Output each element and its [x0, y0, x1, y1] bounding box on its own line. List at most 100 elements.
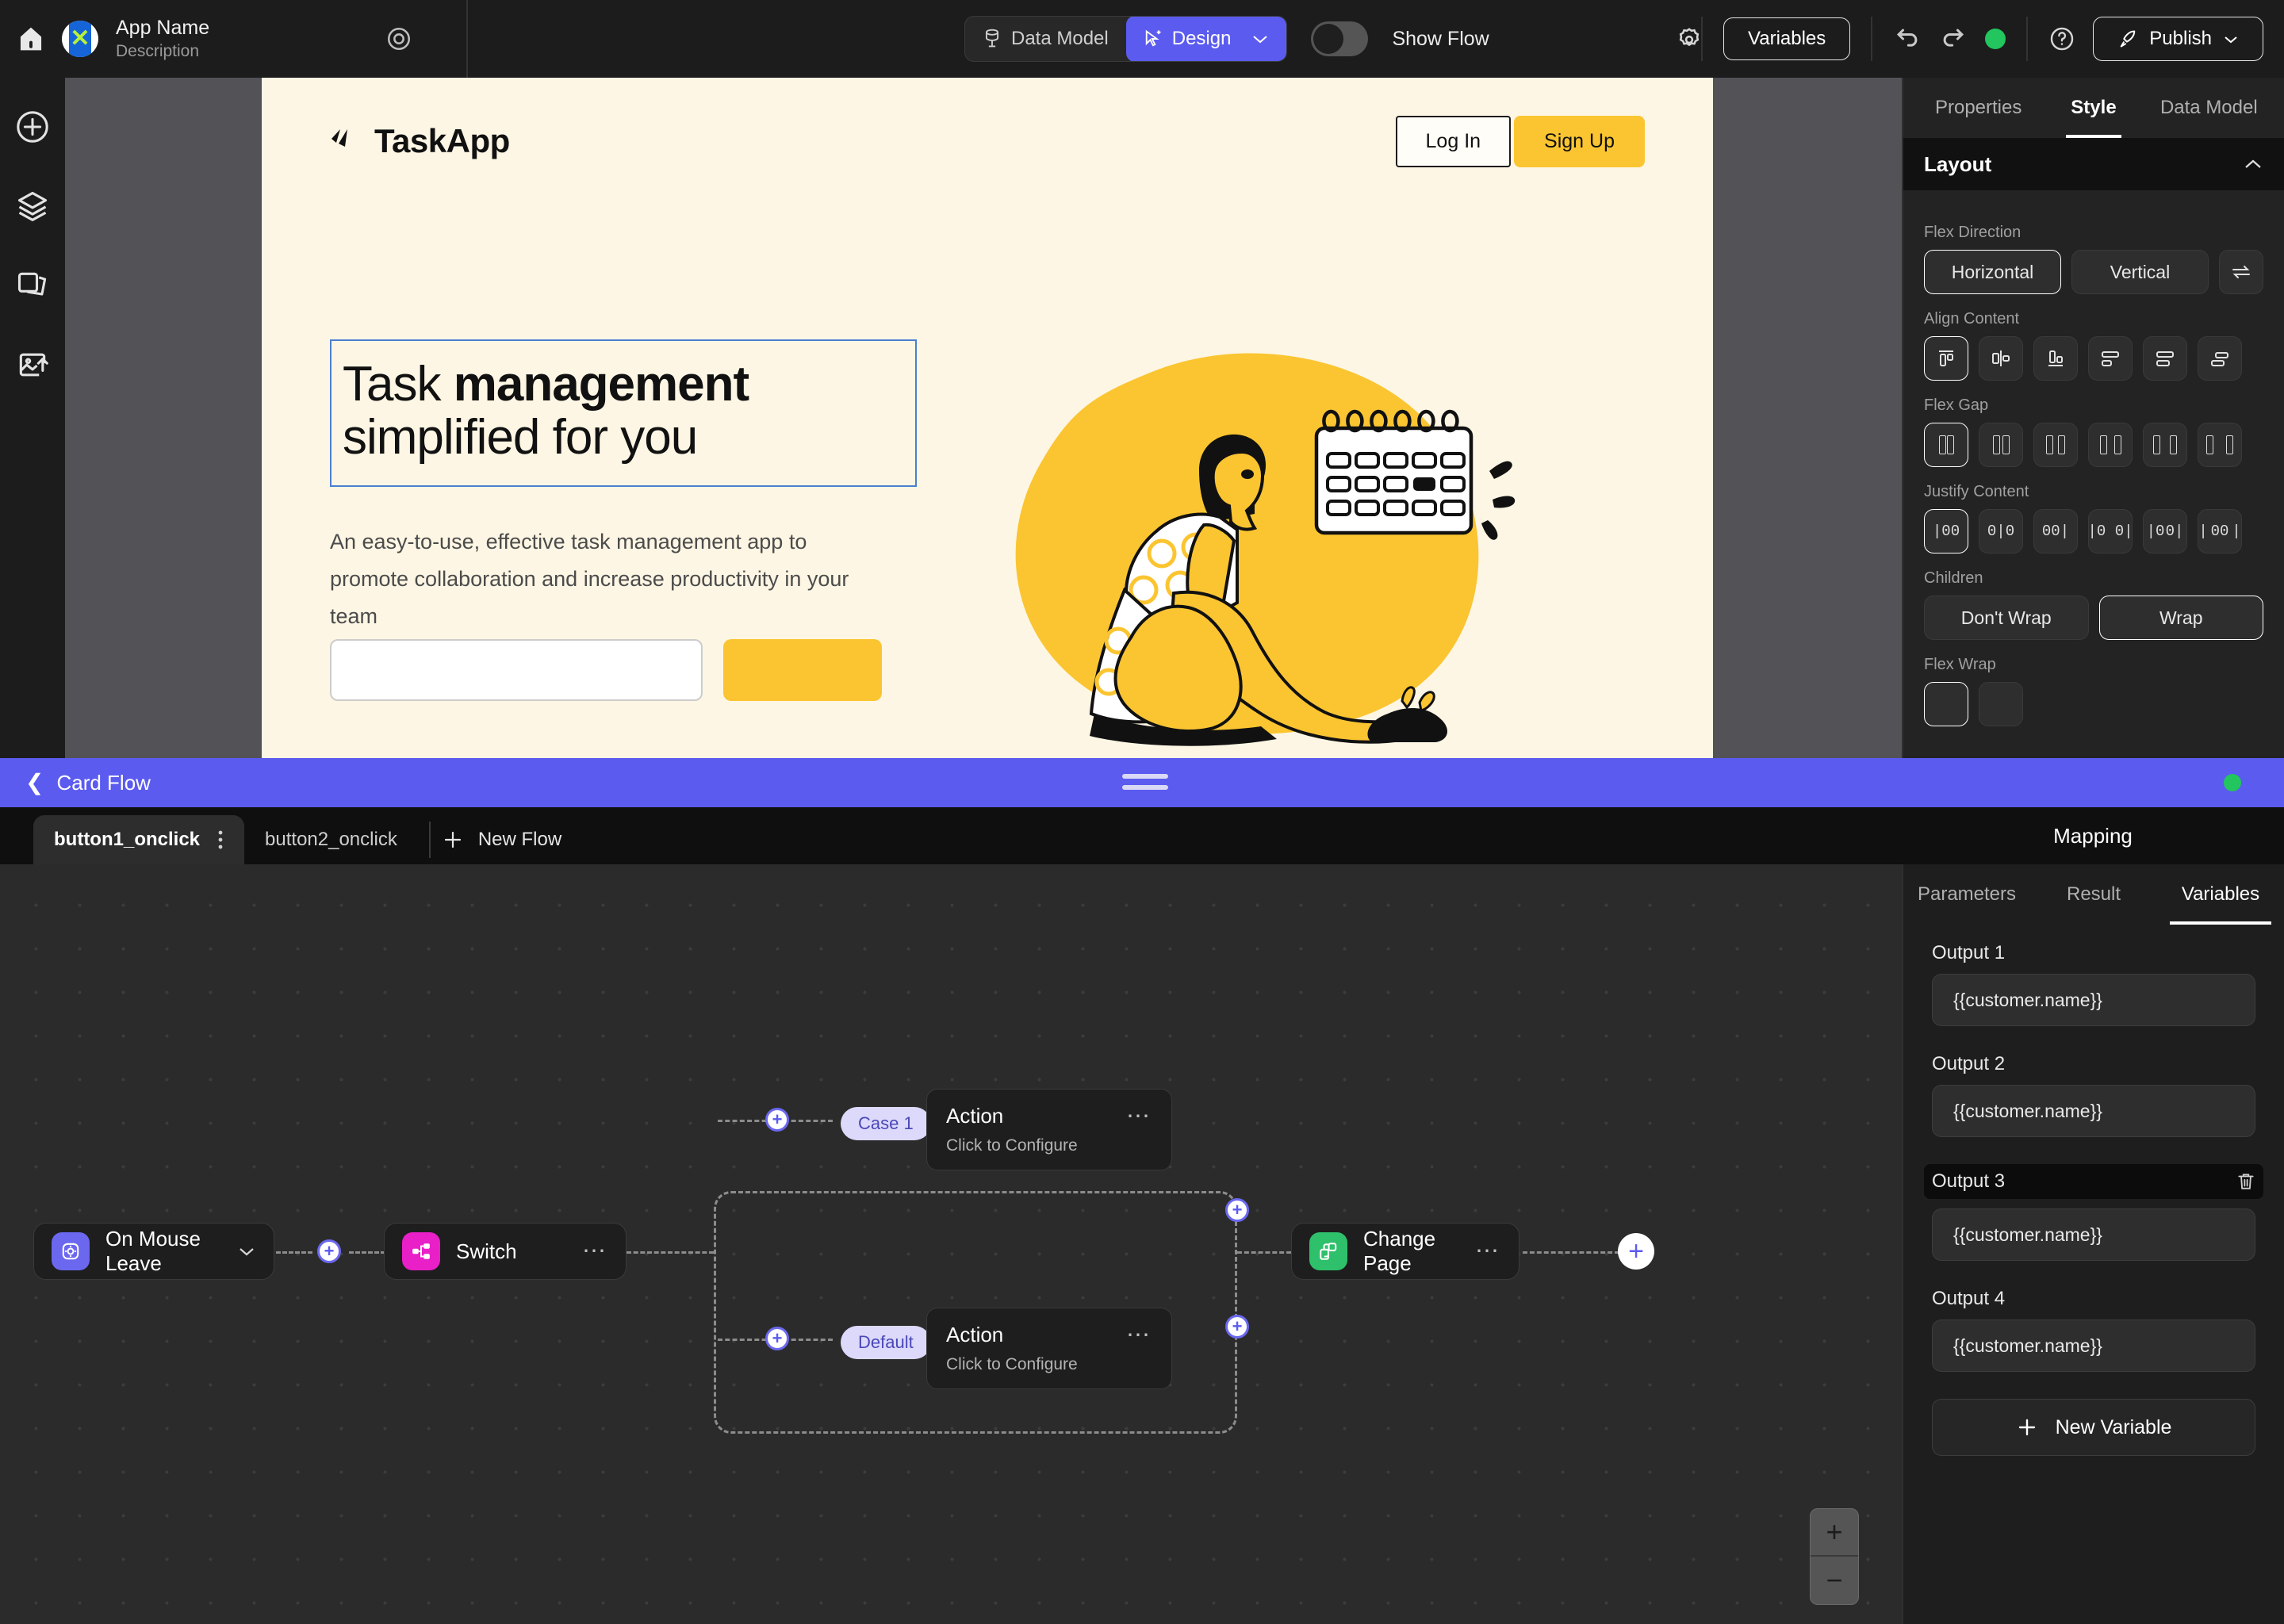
- flex-direction-horizontal[interactable]: Horizontal: [1924, 250, 2061, 294]
- children-wrap[interactable]: Wrap: [2098, 596, 2263, 640]
- login-button[interactable]: Log In: [1395, 115, 1512, 167]
- variable-input-output-4[interactable]: {{customer.name}}: [1932, 1320, 2255, 1372]
- new-flow-button[interactable]: New Flow: [442, 815, 561, 864]
- justify-start-icon[interactable]: |00: [1924, 509, 1968, 553]
- settings-button[interactable]: [1675, 25, 1703, 54]
- align-center-icon[interactable]: [1979, 336, 2023, 381]
- justify-around-icon[interactable]: |0 0|: [2143, 509, 2187, 553]
- flex-wrap-option-1[interactable]: [1924, 682, 1968, 726]
- sidebar-item-layers[interactable]: [13, 187, 52, 225]
- variable-label-output-3[interactable]: Output 3: [1924, 1164, 2263, 1199]
- kebab-menu-icon[interactable]: ⋯: [1475, 1239, 1501, 1263]
- flow-divider-bar[interactable]: ❮ Card Flow: [0, 758, 2284, 807]
- add-node-branch-case1[interactable]: +: [765, 1108, 789, 1132]
- variables-button[interactable]: Variables: [1723, 17, 1851, 60]
- publish-button[interactable]: Publish: [2093, 17, 2263, 61]
- tab-button1-onclick[interactable]: button1_onclick: [33, 815, 245, 864]
- zoom-out-button[interactable]: −: [1811, 1557, 1858, 1604]
- top-right-actions: Variables Publish: [1701, 0, 2284, 78]
- app-info-block[interactable]: ✕ App Name Description: [62, 0, 468, 78]
- action-node-default[interactable]: Action ⋯ Click to Configure: [926, 1308, 1172, 1389]
- email-input[interactable]: [330, 639, 703, 701]
- justify-end-icon[interactable]: 00|: [2033, 509, 2078, 553]
- kebab-menu-icon[interactable]: ⋯: [1126, 1323, 1152, 1347]
- tab-result[interactable]: Result: [2030, 864, 2157, 925]
- chevron-up-icon[interactable]: [2243, 158, 2263, 170]
- connector-plus-to-switch: [349, 1251, 385, 1254]
- justify-center-icon[interactable]: 0|0: [1979, 509, 2023, 553]
- tab-parameters[interactable]: Parameters: [1903, 864, 2030, 925]
- tab-variables[interactable]: Variables: [2157, 864, 2284, 925]
- flex-wrap-option-2[interactable]: [1979, 682, 2023, 726]
- signup-button[interactable]: Sign Up: [1514, 115, 1645, 167]
- sidebar-item-media[interactable]: [13, 346, 52, 384]
- home-button[interactable]: [0, 25, 62, 52]
- trash-icon[interactable]: [2236, 1171, 2255, 1192]
- flow-node-trigger[interactable]: On Mouse Leave: [33, 1223, 274, 1280]
- eye-icon: [385, 25, 412, 52]
- chevron-left-icon[interactable]: ❮: [25, 772, 44, 794]
- chevron-down-icon[interactable]: [237, 1246, 256, 1258]
- tab-design[interactable]: Design: [1125, 17, 1287, 61]
- hero-title-selection-box[interactable]: Task management simplified for you: [330, 339, 917, 487]
- sidebar-item-add-element[interactable]: [13, 108, 52, 146]
- tab-style[interactable]: Style: [2036, 78, 2151, 138]
- variable-input-output-1[interactable]: {{customer.name}}: [1932, 974, 2255, 1026]
- home-icon: [18, 25, 44, 52]
- brand[interactable]: TaskApp: [330, 122, 510, 160]
- swap-arrows-icon[interactable]: [2219, 250, 2263, 294]
- tab-properties[interactable]: Properties: [1921, 78, 2036, 138]
- justify-evenly-icon[interactable]: | 00 |: [2198, 509, 2242, 553]
- hero-cta-button[interactable]: [723, 639, 882, 701]
- variable-input-output-2[interactable]: {{customer.name}}: [1932, 1085, 2255, 1137]
- variable-input-output-3[interactable]: {{customer.name}}: [1932, 1208, 2255, 1261]
- flex-gap-1-icon[interactable]: [1979, 423, 2023, 467]
- new-variable-button[interactable]: New Variable: [1932, 1399, 2255, 1456]
- align-start-icon[interactable]: [1924, 336, 1968, 381]
- undo-icon[interactable]: [1893, 27, 1922, 51]
- kebab-menu-icon[interactable]: ⋯: [582, 1239, 608, 1263]
- show-flow-toggle[interactable]: [1311, 21, 1369, 56]
- flex-direction-vertical[interactable]: Vertical: [2071, 250, 2209, 294]
- flex-gap-0-icon[interactable]: [1924, 423, 1968, 467]
- drag-handle-icon[interactable]: [1122, 774, 1168, 790]
- tab-data-model-panel[interactable]: Data Model: [2152, 78, 2267, 138]
- flow-canvas[interactable]: + + Case 1 Action ⋯ Click to Configure +…: [0, 864, 1902, 1624]
- justify-between-icon[interactable]: |0 0|: [2088, 509, 2133, 553]
- add-node-end[interactable]: +: [1618, 1233, 1654, 1270]
- design-canvas[interactable]: TaskApp Log In Sign Up Task management s…: [65, 78, 1902, 758]
- flex-gap-2-icon[interactable]: [2033, 423, 2078, 467]
- add-node-after-trigger[interactable]: +: [317, 1239, 341, 1263]
- preview-button[interactable]: [385, 25, 412, 52]
- flex-gap-4-icon[interactable]: [2143, 423, 2187, 467]
- status-badge: [1985, 29, 2006, 49]
- layout-section-header[interactable]: Layout: [1903, 138, 2284, 190]
- sidebar-item-pages[interactable]: [13, 266, 52, 304]
- variables-list: Output 1 {{customer.name}} Output 2 {{cu…: [1903, 925, 2284, 1456]
- tab-data-model[interactable]: Data Model: [965, 17, 1126, 61]
- align-stretch-top-icon[interactable]: [2088, 336, 2133, 381]
- children-dont-wrap[interactable]: Don't Wrap: [1924, 596, 2089, 640]
- add-node-branch-default[interactable]: +: [765, 1327, 789, 1350]
- redo-icon[interactable]: [1939, 27, 1968, 51]
- branch-pill-default[interactable]: Default: [841, 1326, 931, 1359]
- flex-gap-3-icon[interactable]: [2088, 423, 2133, 467]
- align-end-icon[interactable]: [2033, 336, 2078, 381]
- kebab-menu-icon[interactable]: ⋯: [1126, 1104, 1152, 1128]
- add-node-merge-bottom[interactable]: +: [1225, 1315, 1249, 1339]
- branch-pill-case-1[interactable]: Case 1: [841, 1107, 931, 1140]
- question-circle-icon[interactable]: [2048, 25, 2075, 52]
- flow-node-switch[interactable]: Switch ⋯: [384, 1223, 627, 1280]
- align-baseline-icon[interactable]: [2198, 336, 2242, 381]
- add-node-merge-top[interactable]: +: [1225, 1198, 1249, 1222]
- align-stretch-center-icon[interactable]: [2143, 336, 2187, 381]
- zoom-in-button[interactable]: +: [1811, 1509, 1858, 1557]
- action-node-case1[interactable]: Action ⋯ Click to Configure: [926, 1089, 1172, 1170]
- app-root: ✕ App Name Description Data Model Design…: [0, 0, 2284, 1624]
- tab-button2-onclick[interactable]: button2_onclick: [244, 815, 418, 864]
- kebab-menu-icon[interactable]: [217, 829, 224, 851]
- flow-node-change-page[interactable]: Change Page ⋯: [1291, 1223, 1519, 1280]
- flex-gap-5-icon[interactable]: [2198, 423, 2242, 467]
- chevron-down-icon[interactable]: [1251, 33, 1269, 44]
- taskapp-logo-icon: [330, 128, 362, 155]
